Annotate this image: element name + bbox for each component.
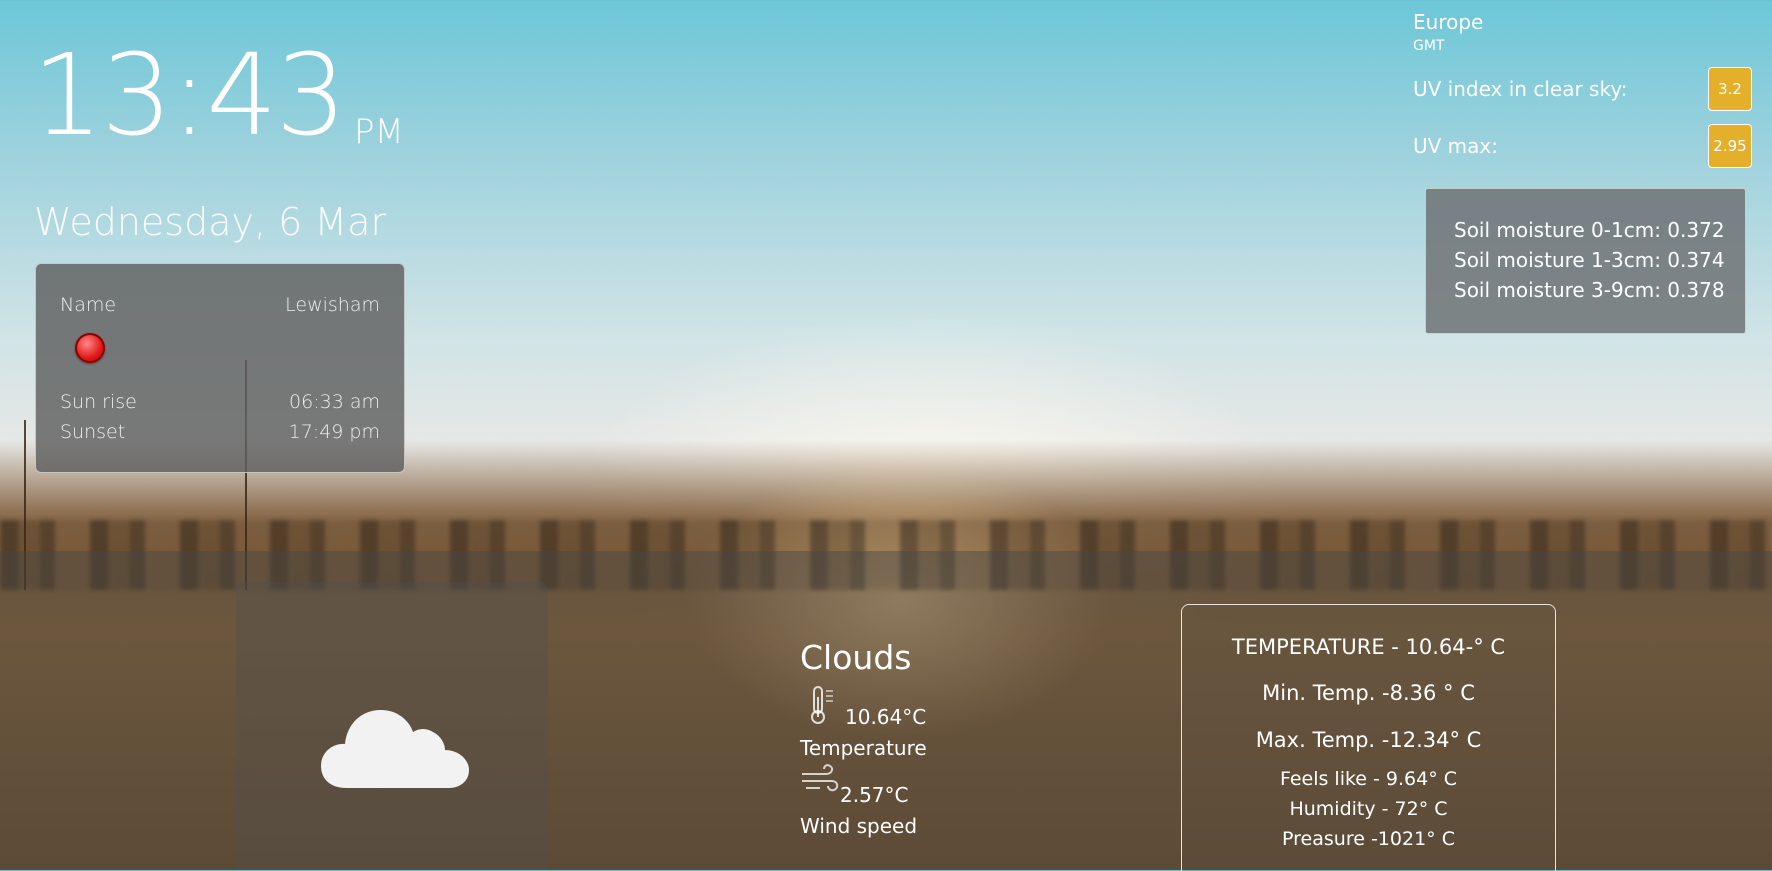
region-timezone: GMT [1413,38,1445,54]
soil-moisture-card: Soil moisture 0-1cm: 0.372 Soil moisture… [1425,188,1746,334]
soil-moisture-0-1cm: Soil moisture 0-1cm: 0.372 [1454,218,1725,242]
uv-clear-sky-label: UV index in clear sky: [1413,77,1628,101]
sunset-label: Sunset [60,421,126,443]
sunrise-row: Sun rise 06:33 am [60,391,380,413]
name-row: Name Lewisham [60,294,380,316]
wind-icon [802,764,839,792]
sunset-time: 17:49 pm [288,421,380,443]
soil-moisture-1-3cm: Soil moisture 1-3cm: 0.374 [1454,248,1725,272]
status-indicator-icon [75,333,105,363]
uv-max-label: UV max: [1413,134,1498,158]
humidity-detail: Humidity - 72° C [1289,798,1448,820]
temperature-value: 10.64°C [845,705,927,729]
uv-max-row: UV max: 2.95 [1413,124,1752,168]
sunset-row: Sunset 17:49 pm [60,421,380,443]
clock: 13:43 PM [32,31,404,161]
clock-ampm: PM [354,112,404,152]
name-label: Name [60,294,117,316]
soil-moisture-3-9cm: Soil moisture 3-9cm: 0.378 [1454,278,1725,302]
uv-clear-sky-badge: 3.2 [1708,67,1752,111]
sunrise-time: 06:33 am [289,391,380,413]
current-date: Wednesday, 6 Mar [34,200,387,244]
weather-condition: Clouds [800,638,912,677]
cloud-icon [321,710,469,788]
region-name: Europe [1413,10,1484,34]
weather-icon-panel [236,582,548,870]
thermometer-icon [811,686,833,724]
max-temp-detail: Max. Temp. -12.34° C [1255,728,1482,752]
clock-time: 13:43 [32,31,347,161]
location-card: Name Lewisham Sun rise 06:33 am Sunset 1… [35,263,405,473]
location-name: Lewisham [285,294,380,316]
temperature-details-card: TEMPERATURE - 10.64-° C Min. Temp. -8.36… [1181,604,1556,871]
temperature-detail: TEMPERATURE - 10.64-° C [1231,635,1506,659]
temperature-label: Temperature [800,736,927,760]
pressure-detail: Preasure -1021° C [1282,828,1455,850]
uv-clear-sky-row: UV index in clear sky: 3.2 [1413,67,1752,111]
wind-speed-value: 2.57°C [840,783,909,807]
sunrise-label: Sun rise [60,391,137,413]
uv-max-badge: 2.95 [1708,124,1752,168]
region-info: Europe GMT [1413,10,1483,54]
wind-speed-label: Wind speed [800,814,918,838]
min-temp-detail: Min. Temp. -8.36 ° C [1262,681,1475,705]
feels-like-detail: Feels like - 9.64° C [1279,768,1458,790]
